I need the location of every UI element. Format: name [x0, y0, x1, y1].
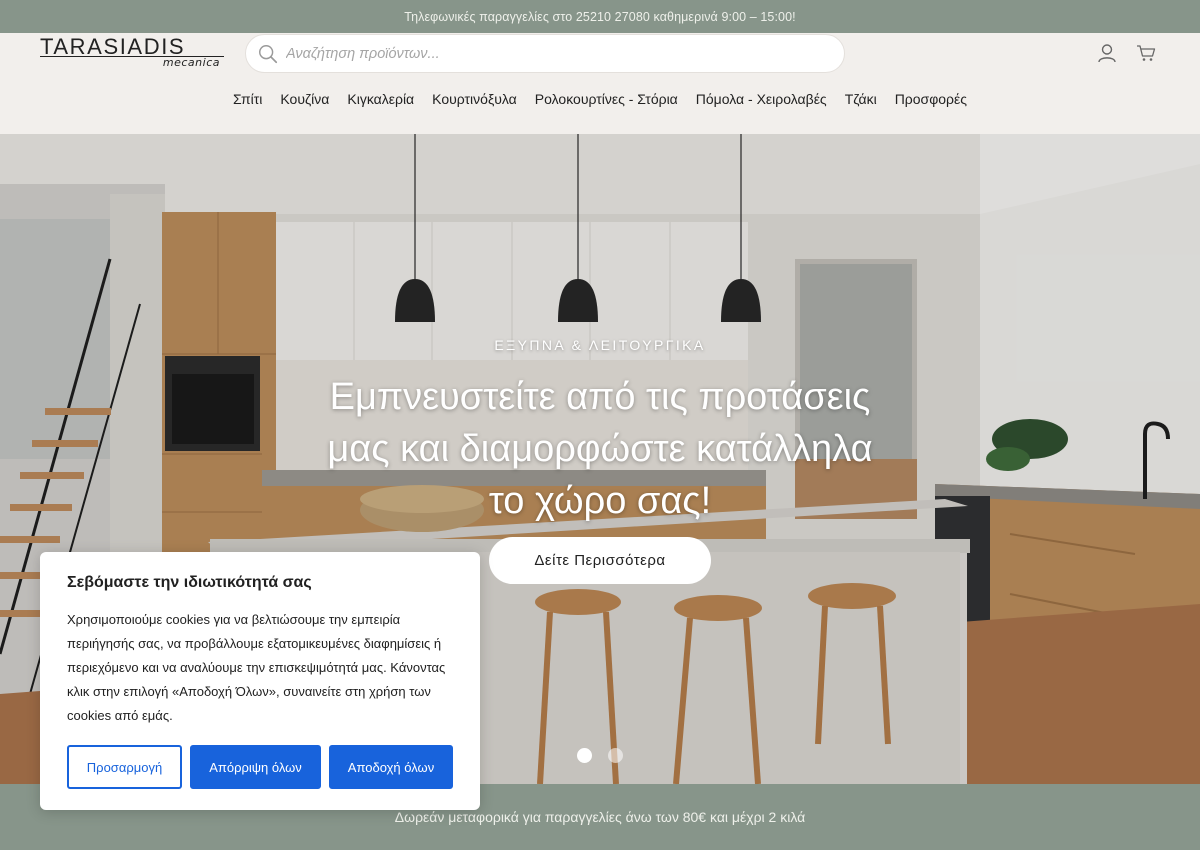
nav-item-kitchen[interactable]: Κουζίνα — [280, 91, 329, 115]
cookie-title: Σεβόμαστε την ιδιωτικότητά σας — [67, 574, 312, 591]
nav-item-offers[interactable]: Προσφορές — [895, 91, 967, 115]
nav-item-curtain-rods[interactable]: Κουρτινόξυλα — [432, 91, 517, 115]
hero-kicker: ΕΞΥΠΝΑ & ΛΕΙΤΟΥΡΓΙΚΑ — [494, 337, 706, 353]
cookie-consent-dialog: Σεβόμαστε την ιδιωτικότητά σας Χρησιμοπο… — [40, 552, 480, 810]
nav-item-blinds[interactable]: Ρολοκουρτίνες - Στόρια — [535, 91, 678, 115]
hero-title: Εμπνευστείτε από τις προτάσεις μας και δ… — [300, 371, 900, 527]
reject-all-button[interactable]: Απόρριψη όλων — [190, 745, 321, 789]
hero-title-line: Εμπνευστείτε από τις προτάσεις — [329, 376, 871, 418]
customize-button[interactable]: Προσαρμογή — [67, 745, 182, 789]
main-navigation: Σπίτι Κουζίνα Κιγκαλερία Κουρτινόξυλα Ρο… — [0, 91, 1200, 115]
accept-all-button[interactable]: Αποδοχή όλων — [329, 745, 453, 789]
slider-dot-1[interactable] — [577, 748, 592, 763]
announcement-text: Τηλεφωνικές παραγγελίες στο 25210 27080 … — [404, 9, 796, 24]
announcement-bar: Τηλεφωνικές παραγγελίες στο 25210 27080 … — [0, 0, 1200, 33]
cookie-buttons: Προσαρμογή Απόρριψη όλων Αποδοχή όλων — [67, 745, 453, 789]
slider-dot-2[interactable] — [608, 748, 623, 763]
search-input[interactable] — [286, 45, 806, 62]
nav-item-handles[interactable]: Πόμολα - Χειρολαβές — [696, 91, 827, 115]
site-header: TARASIADIS mecanica Σπίτι Κουζίνα Κιγκαλ… — [0, 33, 1200, 134]
hero-title-line: μας και διαμορφώστε κατάλληλα — [327, 428, 873, 470]
search-icon[interactable] — [257, 43, 279, 65]
shipping-banner-text: Δωρεάν μεταφορικά για παραγγελίες άνω τω… — [394, 809, 806, 825]
logo-subtitle: mecanica — [162, 56, 220, 69]
user-icon[interactable] — [1097, 43, 1117, 63]
nav-item-hardware[interactable]: Κιγκαλερία — [347, 91, 414, 115]
site-logo[interactable]: TARASIADIS mecanica — [40, 36, 226, 72]
logo-name: TARASIADIS — [40, 34, 186, 59]
hero-title-line: το χώρο σας! — [488, 480, 712, 522]
cookie-description: Χρησιμοποιούμε cookies για να βελτιώσουμ… — [67, 612, 446, 723]
nav-item-fireplace[interactable]: Τζάκι — [845, 91, 877, 115]
cart-icon[interactable] — [1136, 43, 1156, 63]
hero-cta-button[interactable]: Δείτε Περισσότερα — [489, 537, 711, 584]
nav-item-home[interactable]: Σπίτι — [233, 91, 262, 115]
search-bar[interactable] — [245, 34, 845, 73]
